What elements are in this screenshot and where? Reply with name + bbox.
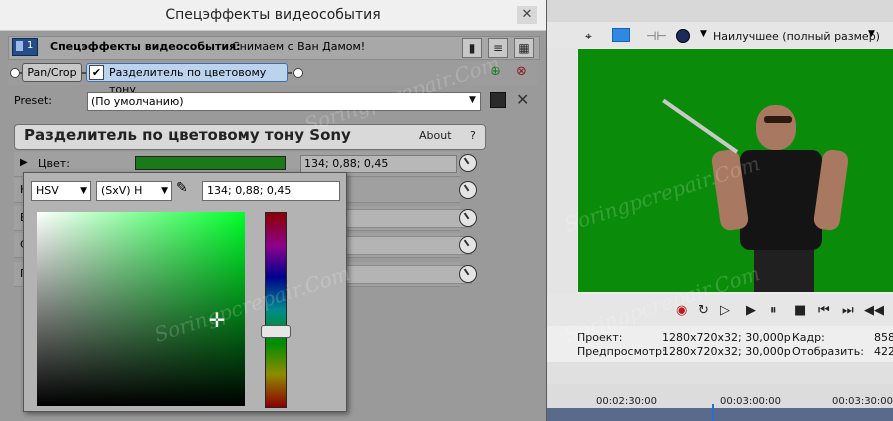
plugin-title: Разделитель по цветовому тону Sony	[24, 126, 351, 144]
timeline-tick: 00:03:30:00	[832, 396, 893, 407]
eyedropper-icon[interactable]: ✎	[176, 180, 188, 196]
chevron-down-icon: ▼	[80, 186, 87, 196]
project-label: Проект:	[577, 331, 623, 344]
loop-icon[interactable]: ↻	[698, 303, 709, 318]
chain-start-icon	[10, 68, 20, 78]
fx-label: Спецэффекты видеособытия:	[50, 40, 241, 53]
split-icon[interactable]: ⊣⊢	[646, 29, 667, 43]
project-value: 1280x720x32; 30,000p	[662, 331, 791, 344]
plugin-enable-checkbox[interactable]: ✔	[89, 65, 104, 80]
chain-end-icon	[293, 68, 303, 78]
preview-label: Предпросмотр:	[577, 345, 666, 358]
crosshair-icon[interactable]: ✛	[205, 308, 229, 332]
view-grid-icon[interactable]: ▦	[514, 38, 534, 58]
timeline-tick: 00:03:00:00	[720, 396, 782, 407]
next-frame-icon[interactable]: ⏭	[842, 303, 854, 318]
color-mode-value: HSV	[36, 184, 59, 197]
event-badge: 1	[12, 38, 38, 56]
frame-value: 858	[874, 331, 893, 344]
record-icon[interactable]: ◉	[676, 303, 687, 318]
chevron-down-icon[interactable]: ▼	[466, 92, 479, 109]
dialog-title: Спецэффекты видеособытия	[165, 7, 381, 23]
preview-side-strip	[547, 48, 577, 294]
fx-event-name: Снимаем с Ван Дамом!	[232, 40, 366, 53]
preset-label: Preset:	[14, 94, 53, 107]
display-label: Отобразить:	[792, 345, 864, 358]
view-list-icon[interactable]: ≡	[488, 38, 508, 58]
figure-sunglasses	[764, 116, 792, 123]
color-swatch[interactable]	[135, 156, 286, 170]
playhead[interactable]	[712, 404, 714, 421]
step-back-icon[interactable]: ◀◀	[864, 303, 884, 318]
channel-value: (SxV) H	[101, 184, 143, 197]
figure-torso	[740, 150, 822, 250]
pause-icon[interactable]: ⏸	[770, 303, 777, 318]
picker-value-field[interactable]: 134; 0,88; 0,45	[202, 181, 340, 201]
param-label: Цвет:	[38, 157, 70, 170]
badge-number: 1	[27, 40, 34, 51]
figure-legs	[754, 250, 814, 292]
keyframe-dial-icon[interactable]	[459, 265, 477, 283]
close-icon[interactable]: ✕	[517, 6, 537, 24]
chevron-down-icon[interactable]: ▼	[700, 29, 707, 39]
add-plugin-icon[interactable]: ⊕	[490, 64, 501, 79]
preview-quality-select[interactable]: Наилучшее (полный размер)	[713, 30, 880, 43]
dialog-titlebar: Спецэффекты видеособытия	[0, 0, 546, 31]
stop-icon[interactable]: ■	[794, 303, 806, 318]
delete-preset-icon[interactable]: ✕	[516, 90, 529, 109]
help-button[interactable]: ?	[470, 129, 476, 142]
color-mode-select[interactable]: HSV ▼	[31, 181, 91, 201]
keyframe-dial-icon[interactable]	[459, 181, 477, 199]
chevron-down-icon: ▼	[161, 186, 168, 196]
keyframe-dial-icon[interactable]	[459, 209, 477, 227]
preview-top-strip	[547, 0, 893, 22]
hue-slider-thumb[interactable]	[261, 325, 291, 338]
channel-select[interactable]: (SxV) H ▼	[96, 181, 172, 201]
figure-head	[756, 105, 796, 150]
prev-frame-icon[interactable]: ⏮	[818, 303, 830, 318]
timeline-header	[547, 362, 893, 384]
timeline-track[interactable]	[547, 408, 893, 421]
play-from-start-icon[interactable]: ▷	[720, 303, 730, 318]
overlay-icon[interactable]	[676, 29, 690, 43]
keyframe-dial-icon[interactable]	[459, 154, 477, 172]
monitor-icon[interactable]	[612, 28, 630, 42]
hue-slider[interactable]	[265, 212, 287, 408]
pan-crop-button[interactable]: Pan/Crop	[22, 63, 82, 82]
keyframe-dial-icon[interactable]	[459, 236, 477, 254]
preview-value: 1280x720x32; 30,000p	[662, 345, 791, 358]
expand-triangle-icon[interactable]: ▶	[20, 157, 28, 168]
frame-label: Кадр:	[792, 331, 825, 344]
cursor-icon[interactable]: ⌖	[585, 29, 592, 44]
timeline-tick: 00:02:30:00	[596, 396, 658, 407]
view-single-icon[interactable]: ▮	[462, 38, 482, 58]
color-picker-popup: HSV ▼ (SxV) H ▼ ✎ 134; 0,88; 0,45 ✛	[23, 172, 347, 412]
about-button[interactable]: About	[419, 129, 452, 142]
play-icon[interactable]: ▶	[746, 303, 756, 318]
save-preset-icon[interactable]	[490, 92, 506, 108]
hue-separator-plugin-button[interactable]: ✔ Разделитель по цветовому тону	[86, 63, 288, 96]
display-value: 422	[874, 345, 893, 358]
chevron-down-icon[interactable]: ▼	[868, 29, 875, 39]
remove-plugin-icon[interactable]: ⊗	[516, 64, 527, 79]
color-value-field[interactable]: 134; 0,88; 0,45	[300, 155, 457, 173]
preset-dropdown[interactable]: (По умолчанию)	[87, 92, 481, 111]
